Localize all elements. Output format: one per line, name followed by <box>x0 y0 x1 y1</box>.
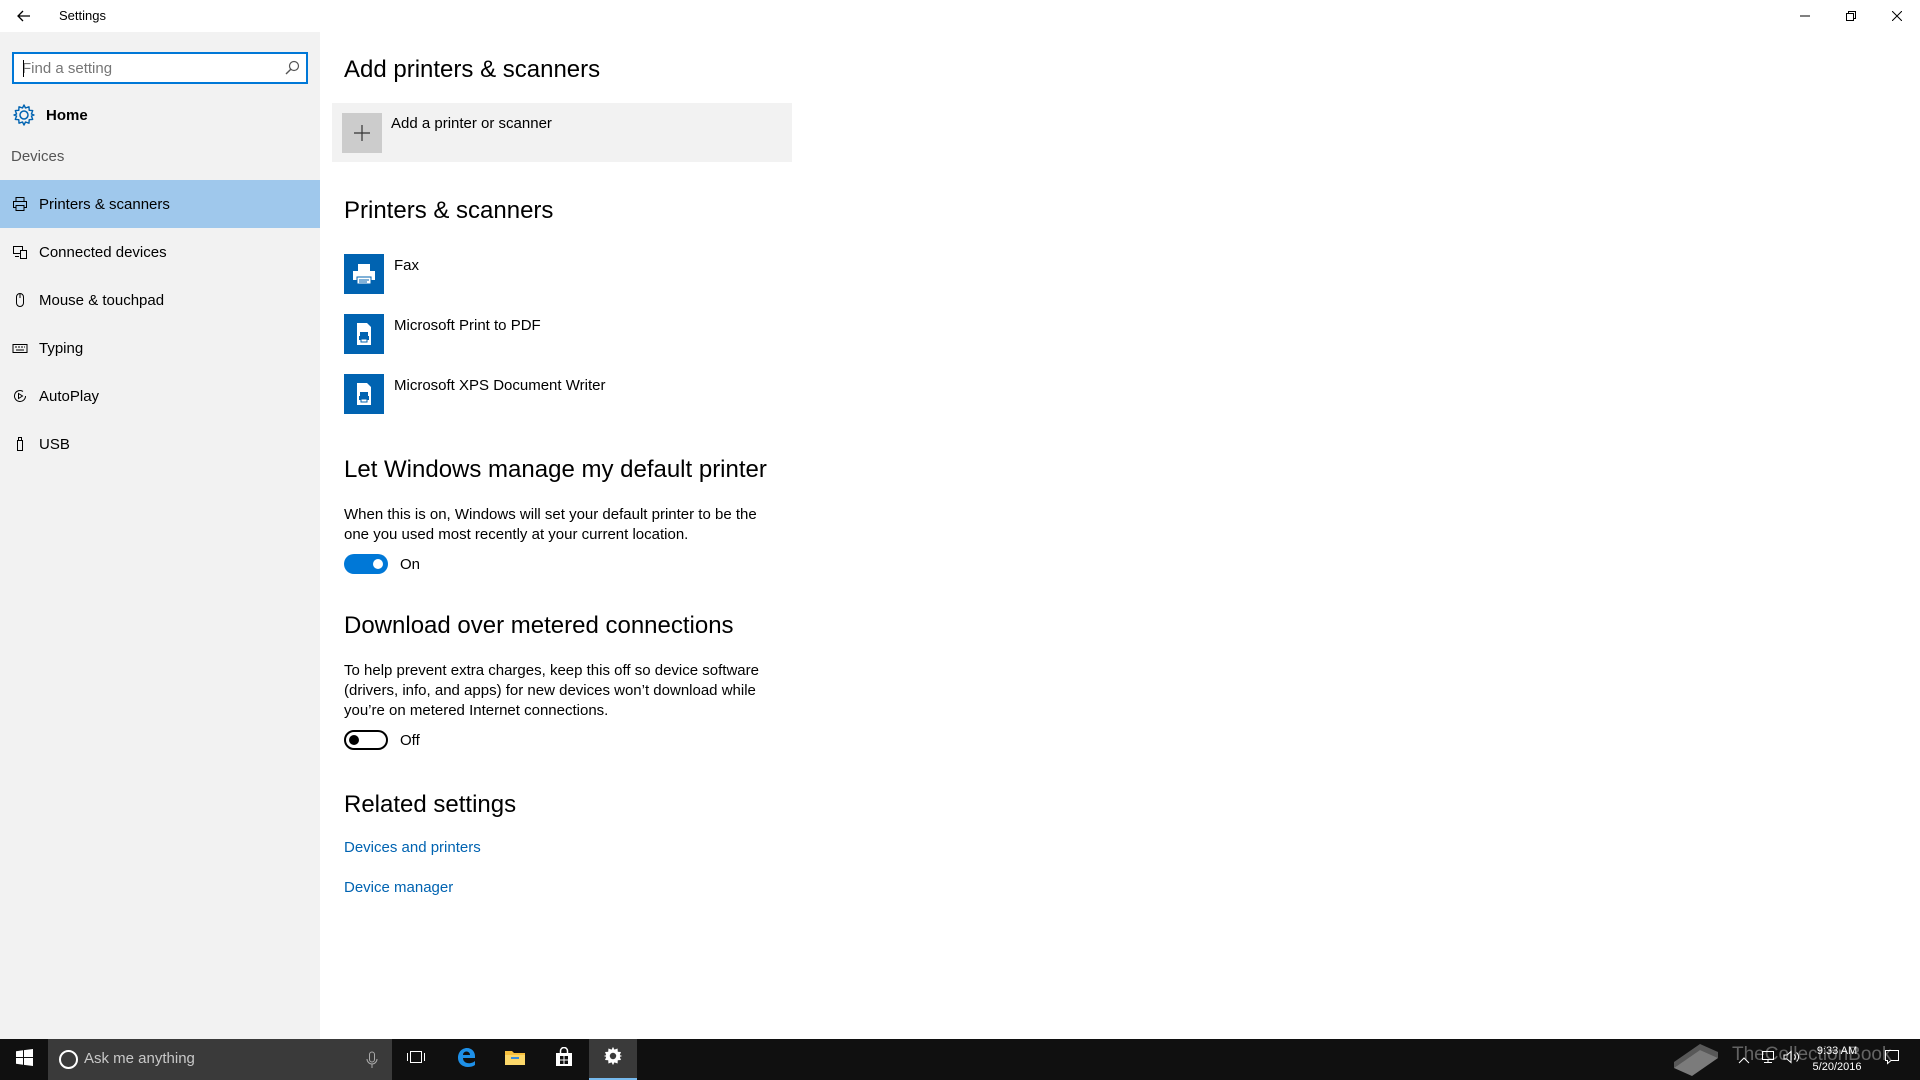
store-button[interactable] <box>540 1039 588 1080</box>
printer-name: Fax <box>394 257 420 274</box>
metered-state: Off <box>400 732 420 749</box>
default-printer-description: When this is on, Windows will set your d… <box>344 506 757 543</box>
gear-icon <box>602 1045 624 1072</box>
edge-icon <box>455 1046 477 1073</box>
main-content: Add printers & scanners Add a printer or… <box>320 32 1920 1039</box>
connected-devices-icon <box>12 244 28 260</box>
search-box[interactable] <box>12 52 308 84</box>
fax-icon <box>344 254 384 294</box>
search-input[interactable] <box>14 54 274 82</box>
autoplay-icon <box>12 388 28 404</box>
settings-taskbar-button[interactable] <box>589 1039 637 1080</box>
title-bar: Settings <box>0 0 1920 32</box>
printer-item-fax[interactable]: Fax <box>344 254 764 296</box>
sidebar-item-usb[interactable]: USB <box>0 420 320 468</box>
back-arrow-icon[interactable] <box>10 4 38 28</box>
sidebar-item-printers-scanners[interactable]: Printers & scanners <box>0 180 320 228</box>
book-icon <box>1670 1040 1722 1080</box>
add-printer-label: Add a printer or scanner <box>391 115 552 132</box>
keyboard-icon <box>12 340 28 356</box>
printer-item-pdf[interactable]: Microsoft Print to PDF <box>344 314 764 356</box>
printer-name: Microsoft Print to PDF <box>394 317 541 334</box>
sidebar: Home Devices Printers & scanners Connect… <box>0 32 320 1039</box>
printer-icon <box>12 196 28 212</box>
metered-description: To help prevent extra charges, keep this… <box>344 662 759 719</box>
windows-logo-icon <box>15 1048 33 1071</box>
related-settings-heading: Related settings <box>344 791 517 818</box>
pdf-printer-icon <box>344 314 384 354</box>
store-bag-icon <box>554 1046 574 1072</box>
cortana-placeholder: Ask me anything <box>84 1050 195 1067</box>
watermark-text: TheCollectionBook <box>1732 1044 1892 1065</box>
sidebar-item-mouse-touchpad[interactable]: Mouse & touchpad <box>0 276 320 324</box>
device-manager-link[interactable]: Device manager <box>344 879 453 896</box>
edge-button[interactable] <box>442 1039 490 1080</box>
sidebar-item-label: Typing <box>39 339 84 357</box>
add-printers-heading: Add printers & scanners <box>344 56 601 83</box>
metered-toggle[interactable] <box>344 730 388 750</box>
sidebar-item-autoplay[interactable]: AutoPlay <box>0 372 320 420</box>
microphone-icon[interactable] <box>365 1051 379 1069</box>
toggle-knob <box>373 559 383 569</box>
xps-printer-icon <box>344 374 384 414</box>
window-title: Settings <box>59 8 106 23</box>
printer-item-xps[interactable]: Microsoft XPS Document Writer <box>344 374 764 416</box>
metered-heading: Download over metered connections <box>344 612 734 639</box>
default-printer-state: On <box>400 556 421 573</box>
sidebar-item-label: USB <box>39 435 70 453</box>
add-printer-button[interactable] <box>332 103 792 162</box>
task-view-button[interactable] <box>392 1039 440 1080</box>
toggle-knob <box>349 735 359 745</box>
usb-icon <box>12 436 28 452</box>
section-label: Devices <box>11 148 65 165</box>
sidebar-item-typing[interactable]: Typing <box>0 324 320 372</box>
cortana-search-box[interactable]: Ask me anything <box>48 1039 392 1080</box>
search-icon[interactable] <box>284 60 300 76</box>
sidebar-item-label: AutoPlay <box>39 387 100 405</box>
cortana-icon <box>59 1050 78 1069</box>
gear-icon <box>12 103 36 127</box>
taskbar: Ask me anything 9:33 AM 5/20/2016 <box>0 1039 1920 1080</box>
nav-list: Printers & scanners Connected devices Mo… <box>0 180 320 468</box>
start-button[interactable] <box>0 1039 48 1080</box>
home-nav-item[interactable]: Home <box>0 94 320 136</box>
minimize-button[interactable] <box>1782 0 1828 32</box>
task-view-icon <box>406 1049 426 1070</box>
file-explorer-button[interactable] <box>491 1039 539 1080</box>
devices-and-printers-link[interactable]: Devices and printers <box>344 839 481 856</box>
watermark: TheCollectionBook <box>1670 1038 1920 1080</box>
sidebar-item-label: Connected devices <box>39 243 167 261</box>
close-button[interactable] <box>1874 0 1920 32</box>
plus-icon <box>342 113 382 153</box>
mouse-icon <box>12 292 28 308</box>
home-label: Home <box>46 106 88 124</box>
printers-heading: Printers & scanners <box>344 197 554 224</box>
text-caret <box>23 60 24 77</box>
restore-button[interactable] <box>1828 0 1874 32</box>
printer-name: Microsoft XPS Document Writer <box>394 377 606 394</box>
default-printer-toggle[interactable] <box>344 554 388 574</box>
folder-icon <box>504 1048 526 1071</box>
sidebar-item-label: Mouse & touchpad <box>39 291 165 309</box>
sidebar-item-label: Printers & scanners <box>39 195 170 213</box>
sidebar-item-connected-devices[interactable]: Connected devices <box>0 228 320 276</box>
default-printer-heading: Let Windows manage my default printer <box>344 456 767 483</box>
